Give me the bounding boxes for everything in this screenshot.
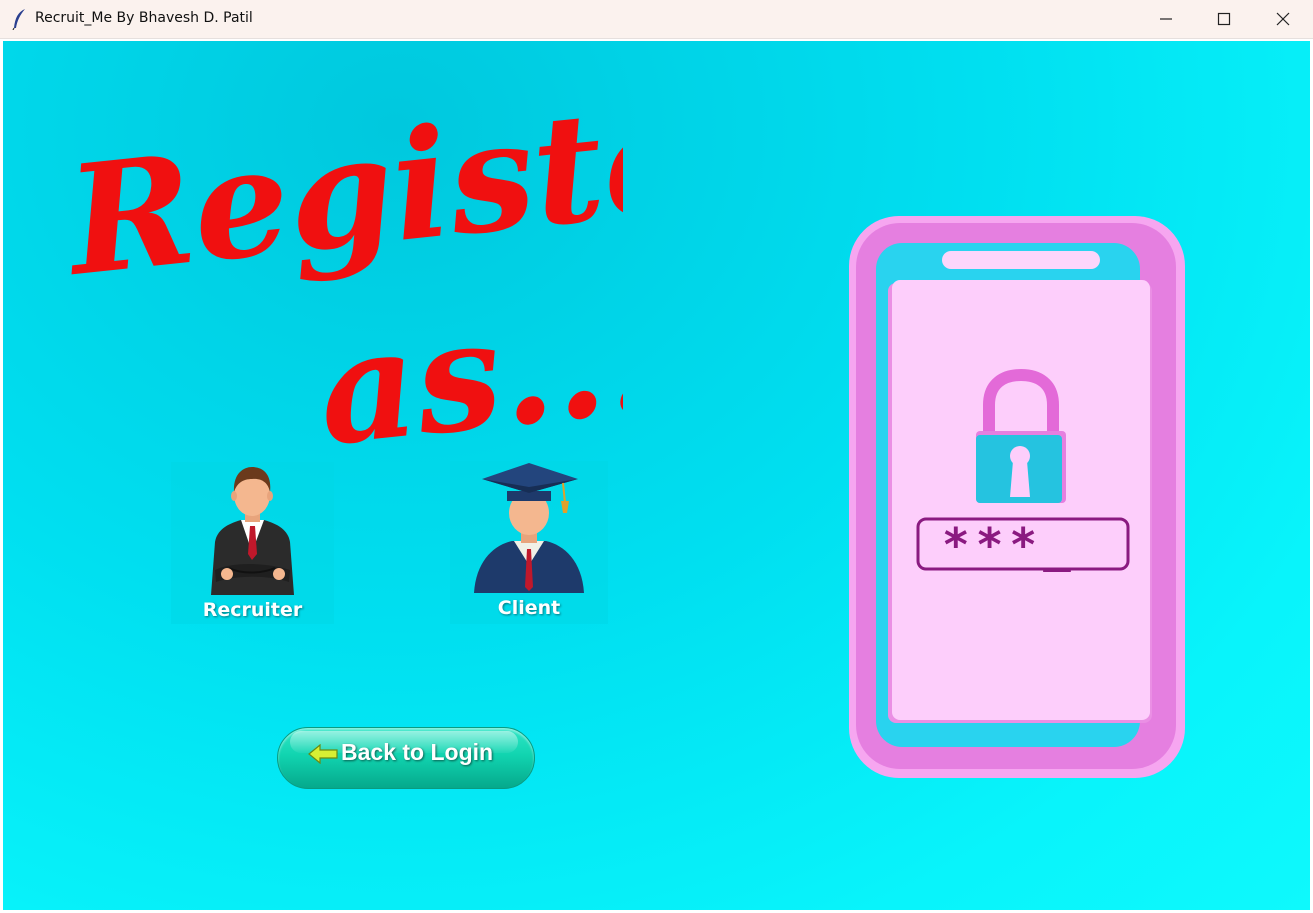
maximize-button[interactable] xyxy=(1195,0,1253,38)
phone-lock-illustration: ***_ xyxy=(849,216,1185,778)
back-to-login-button[interactable]: Back to Login xyxy=(276,725,538,791)
maximize-icon xyxy=(1217,12,1231,26)
title-bar: Recruit_Me By Bhavesh D. Patil xyxy=(0,0,1313,39)
register-canvas: Register as... Recruiter Client Back to … xyxy=(3,41,1310,910)
recruiter-label: Recruiter xyxy=(202,599,303,621)
minimize-icon xyxy=(1160,18,1172,20)
heading-line-1: Register xyxy=(63,96,623,310)
window-title: Recruit_Me By Bhavesh D. Patil xyxy=(35,10,253,26)
arrow-left-icon xyxy=(308,744,338,764)
client-option[interactable]: Client xyxy=(450,461,608,624)
close-button[interactable] xyxy=(1254,0,1312,38)
register-heading: Register as... xyxy=(63,96,623,476)
close-icon xyxy=(1276,12,1290,26)
client-label: Client xyxy=(497,597,561,619)
businessman-icon xyxy=(211,467,294,595)
graduate-icon xyxy=(474,463,584,593)
feather-icon xyxy=(12,9,25,30)
password-mask: ***_ xyxy=(942,518,1077,572)
minimize-button[interactable] xyxy=(1137,0,1195,38)
back-button-label: Back to Login xyxy=(341,739,494,765)
recruiter-option[interactable]: Recruiter xyxy=(171,462,334,624)
heading-line-2: as... xyxy=(310,269,623,476)
